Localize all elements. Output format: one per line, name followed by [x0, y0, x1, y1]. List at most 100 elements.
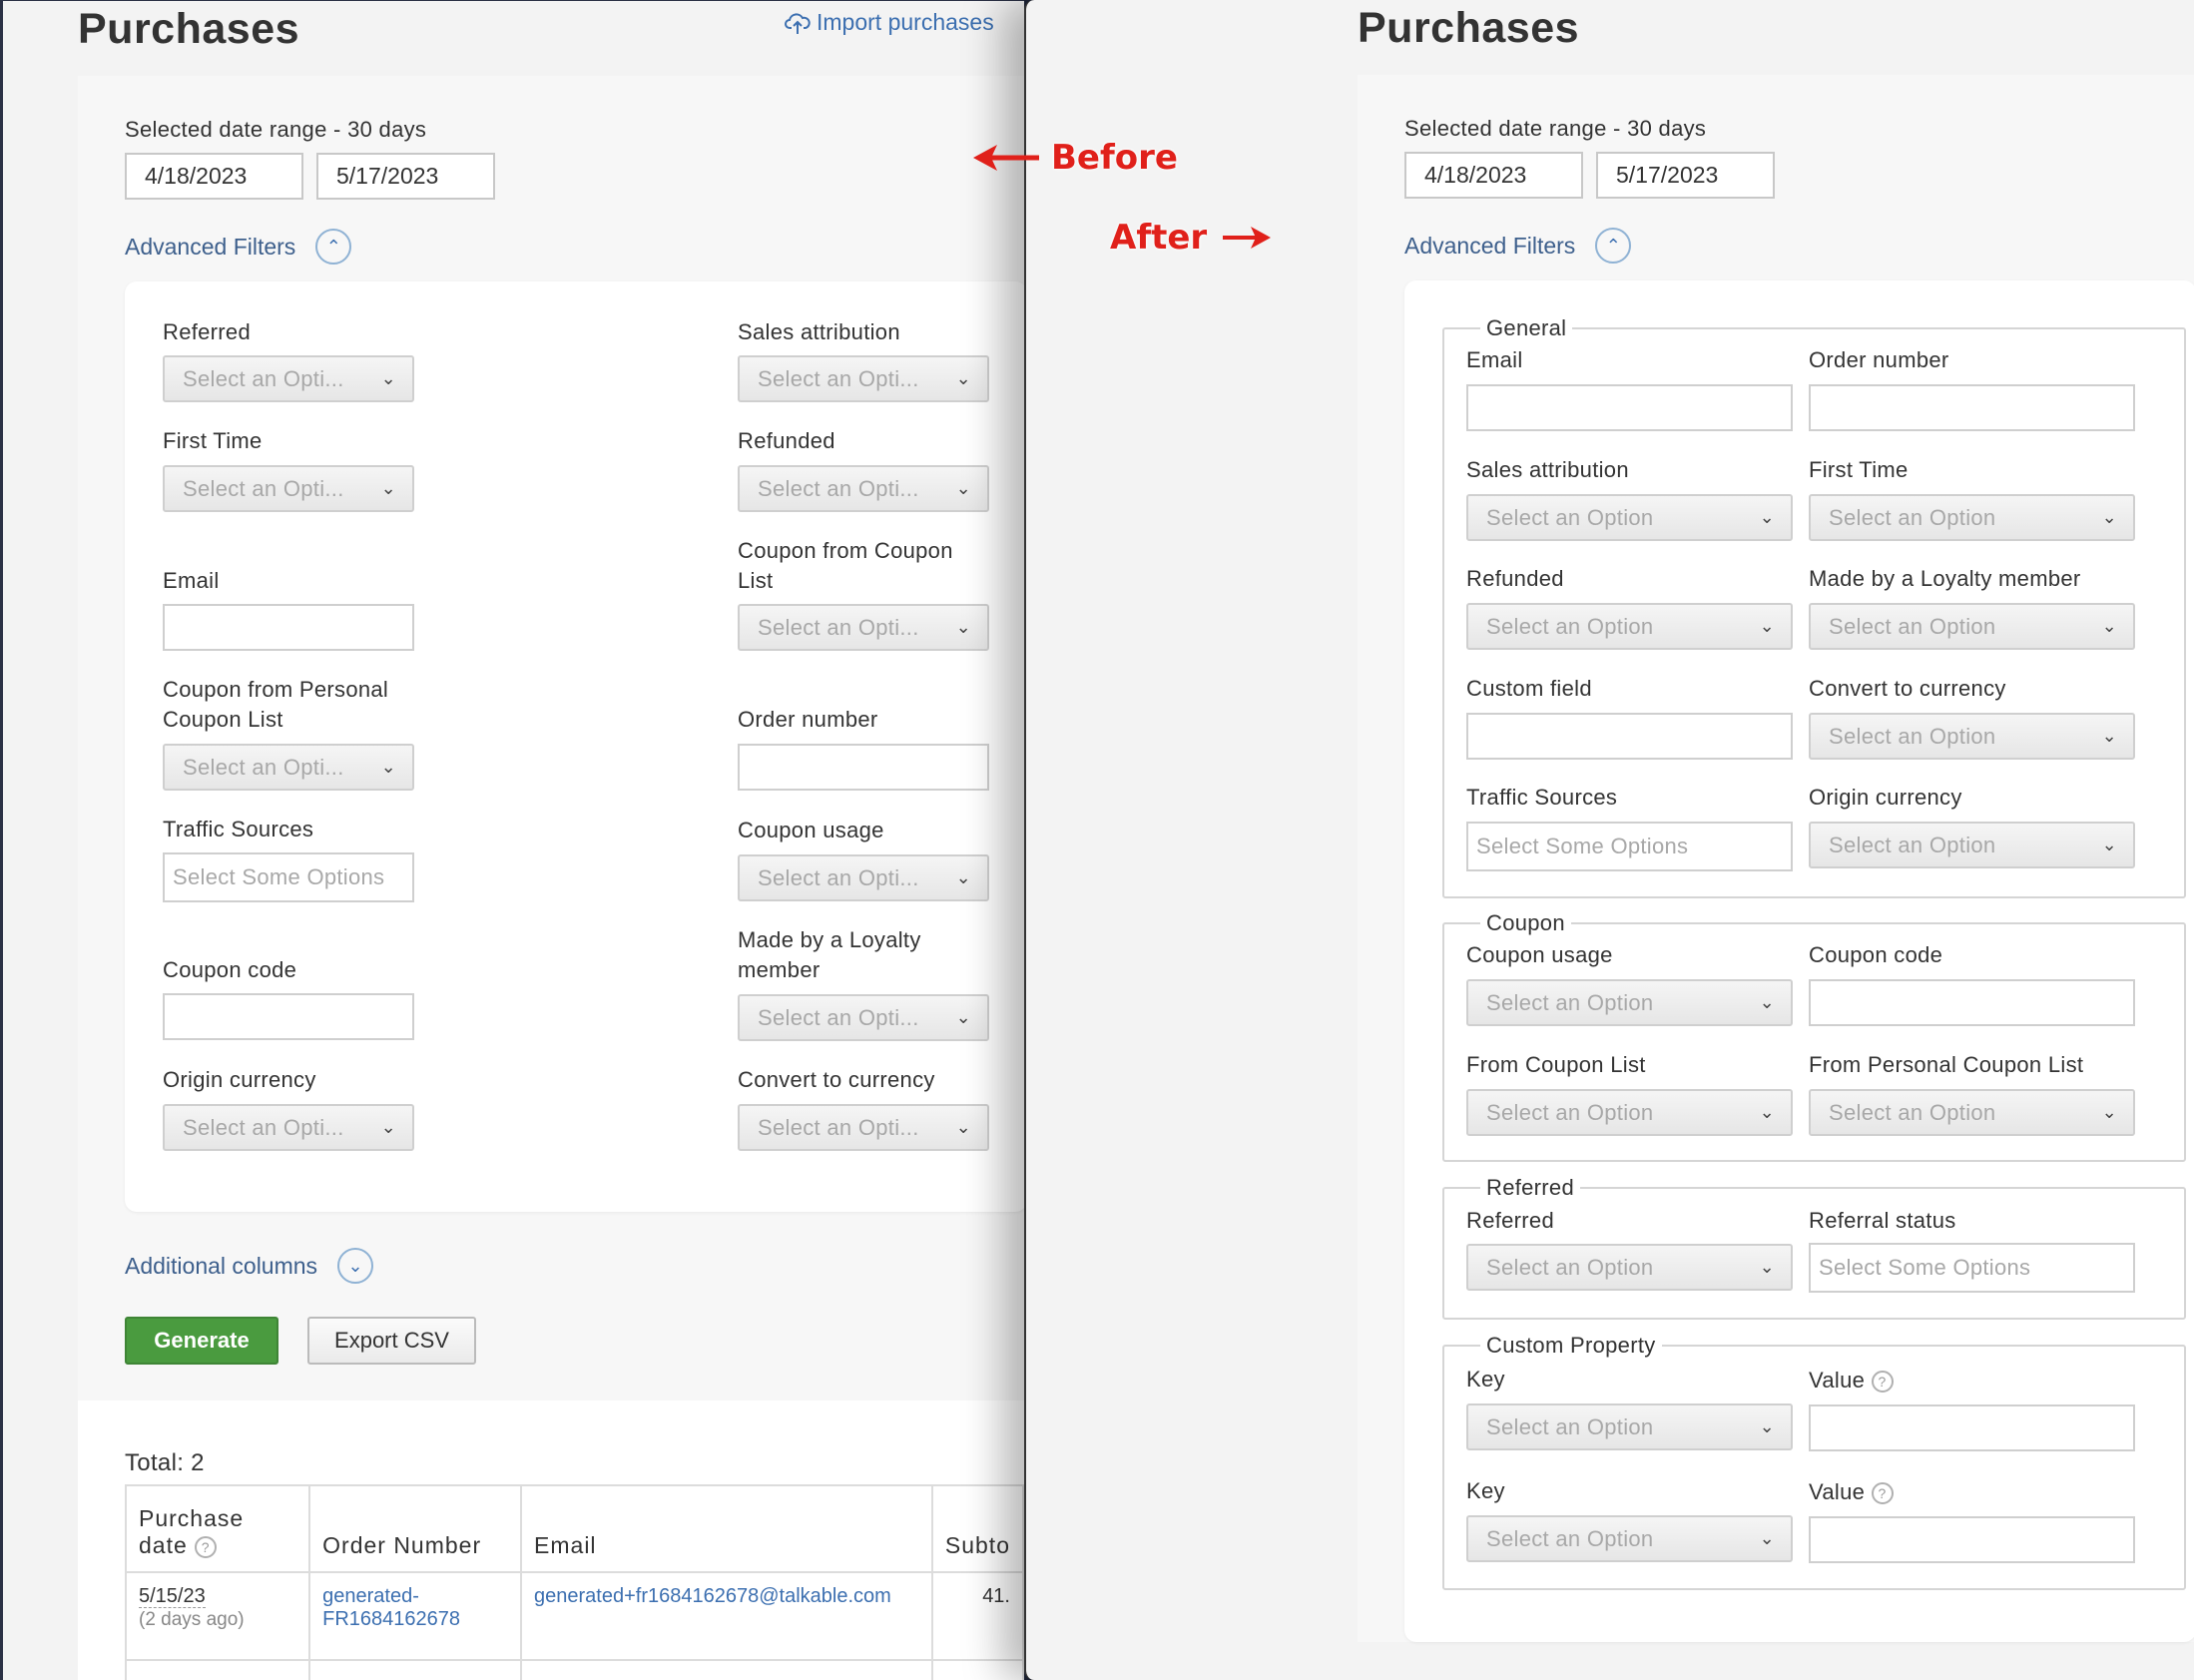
chevron-down-icon: ⌄	[955, 478, 971, 498]
personal-coupon-label-1: Coupon from Personal	[163, 677, 389, 702]
subtotal-header[interactable]: Subto	[930, 1484, 1024, 1573]
sales-attribution-select[interactable]: Select an Opti... ⌄	[738, 355, 989, 402]
traffic-sources-label: Traffic Sources	[1466, 785, 1618, 810]
purchase-date-header[interactable]: Purchase date ?	[124, 1484, 311, 1573]
date-end-input[interactable]: 5/17/2023	[316, 153, 495, 200]
cloud-upload-icon	[785, 12, 811, 34]
convert-currency-label: Convert to currency	[738, 1067, 935, 1092]
after-annotation: After	[1110, 218, 1273, 258]
date-range-label: Selected date range - 30 days	[1404, 116, 1707, 141]
convert-currency-select[interactable]: Select an Option ⌄	[1809, 713, 2135, 760]
coupon-code-label: Coupon code	[163, 957, 297, 982]
loyalty-label-1: Made by a Loyalty	[738, 927, 921, 952]
value-input[interactable]	[1809, 1516, 2135, 1563]
chevron-down-icon: ⌄	[2101, 726, 2117, 746]
traffic-sources-multiselect[interactable]: Select Some Options	[163, 852, 414, 902]
loyalty-select[interactable]: Select an Option ⌄	[1809, 603, 2135, 650]
sales-attribution-select[interactable]: Select an Option ⌄	[1466, 494, 1793, 541]
referral-status-label: Referral status	[1809, 1208, 1956, 1233]
chevron-down-icon: ⌄	[1759, 1416, 1775, 1436]
chevron-down-icon: ⌄	[2101, 1102, 2117, 1122]
coupon-code-label: Coupon code	[1809, 942, 1943, 967]
sales-attribution-label: Sales attribution	[738, 319, 900, 344]
order-number-cell[interactable]: generated- FR1684162678	[308, 1571, 523, 1661]
referred-select[interactable]: Select an Opti... ⌄	[163, 355, 414, 402]
chevron-up-icon: ⌃	[315, 229, 352, 265]
loyalty-select[interactable]: Select an Opti... ⌄	[738, 994, 989, 1041]
date-start-input[interactable]: 4/18/2023	[1404, 152, 1583, 199]
coupon-list-select[interactable]: Select an Opti... ⌄	[738, 604, 989, 651]
date-range-label: Selected date range - 30 days	[125, 117, 427, 142]
subtotal-cell: 41.	[930, 1571, 1024, 1661]
additional-columns-toggle[interactable]: Additional columns ⌄	[125, 1248, 374, 1284]
chevron-down-icon: ⌄	[1759, 616, 1775, 636]
email-input[interactable]	[163, 604, 414, 651]
first-time-label: First Time	[163, 428, 263, 453]
before-annotation: Before	[971, 138, 1178, 178]
coupon-code-input[interactable]	[1809, 979, 2135, 1026]
help-icon[interactable]: ?	[1871, 1482, 1894, 1505]
referred-label: Referred	[163, 319, 251, 344]
origin-currency-select[interactable]: Select an Option ⌄	[1809, 822, 2135, 868]
advanced-filters-toggle[interactable]: Advanced Filters ⌃	[125, 229, 352, 265]
sales-attribution-label: Sales attribution	[1466, 457, 1629, 482]
key-select[interactable]: Select an Option ⌄	[1466, 1403, 1793, 1450]
from-coupon-list-select[interactable]: Select an Option ⌄	[1466, 1089, 1793, 1136]
generate-button[interactable]: Generate	[125, 1317, 278, 1365]
additional-columns-label: Additional columns	[125, 1252, 318, 1279]
chevron-down-icon: ⌄	[955, 1007, 971, 1027]
date-end-input[interactable]: 5/17/2023	[1596, 152, 1775, 199]
email-label: Email	[1466, 347, 1523, 372]
date-start-input[interactable]: 4/18/2023	[125, 153, 303, 200]
key-select[interactable]: Select an Option ⌄	[1466, 1515, 1793, 1562]
help-icon[interactable]: ?	[195, 1535, 218, 1558]
email-header[interactable]: Email	[520, 1484, 933, 1573]
loyalty-label-2: member	[738, 957, 821, 982]
order-number-input[interactable]	[738, 744, 989, 791]
coupon-usage-label: Coupon usage	[1466, 942, 1613, 967]
page-title: Purchases	[78, 5, 300, 53]
refunded-select[interactable]: Select an Option ⌄	[1466, 603, 1793, 650]
origin-currency-label: Origin currency	[163, 1067, 316, 1092]
import-purchases-link[interactable]: Import purchases	[785, 9, 994, 36]
coupon-usage-select[interactable]: Select an Option ⌄	[1466, 979, 1793, 1026]
order-number-label: Order number	[738, 707, 878, 732]
export-csv-button[interactable]: Export CSV	[307, 1317, 476, 1365]
custom-field-input[interactable]	[1466, 713, 1793, 760]
convert-currency-label: Convert to currency	[1809, 676, 2006, 701]
chevron-down-icon: ⌄	[2101, 616, 2117, 636]
help-icon[interactable]: ?	[1871, 1371, 1894, 1394]
referral-status-multiselect[interactable]: Select Some Options	[1809, 1243, 2135, 1293]
value-input[interactable]	[1809, 1404, 2135, 1451]
refunded-select[interactable]: Select an Opti... ⌄	[738, 465, 989, 512]
page-title: Purchases	[1358, 4, 1580, 52]
first-time-select[interactable]: Select an Option ⌄	[1809, 494, 2135, 541]
refunded-label: Refunded	[1466, 566, 1564, 591]
key-label: Key	[1466, 1478, 1505, 1503]
refunded-label: Refunded	[738, 428, 835, 453]
chevron-down-icon: ⌄	[380, 1117, 396, 1137]
origin-currency-select[interactable]: Select an Opti... ⌄	[163, 1104, 414, 1151]
arrow-right-icon	[1223, 227, 1272, 249]
coupon-legend: Coupon	[1486, 910, 1565, 935]
chevron-down-icon: ⌄	[1759, 507, 1775, 527]
coupon-code-input[interactable]	[163, 993, 414, 1040]
convert-currency-select[interactable]: Select an Opti... ⌄	[738, 1104, 989, 1151]
total-count: Total: 2	[125, 1449, 205, 1476]
personal-coupon-select[interactable]: Select an Opti... ⌄	[163, 744, 414, 791]
traffic-sources-multiselect[interactable]: Select Some Options	[1466, 822, 1793, 871]
chevron-down-icon: ⌄	[955, 867, 971, 887]
email-input[interactable]	[1466, 384, 1793, 431]
email-cell[interactable]: generated+fr1684162678@talkable.com	[520, 1571, 933, 1661]
first-time-select[interactable]: Select an Opti... ⌄	[163, 465, 414, 512]
order-number-input[interactable]	[1809, 384, 2135, 431]
referred-select[interactable]: Select an Option ⌄	[1466, 1244, 1793, 1291]
coupon-usage-select[interactable]: Select an Opti... ⌄	[738, 854, 989, 901]
chevron-down-icon: ⌄	[337, 1248, 374, 1284]
chevron-down-icon: ⌄	[380, 368, 396, 388]
chevron-down-icon: ⌄	[380, 478, 396, 498]
from-personal-list-select[interactable]: Select an Option ⌄	[1809, 1089, 2135, 1136]
order-number-header[interactable]: Order Number	[308, 1484, 523, 1573]
advanced-filters-toggle[interactable]: Advanced Filters ⌃	[1404, 228, 1632, 264]
loyalty-label: Made by a Loyalty member	[1809, 566, 2081, 591]
